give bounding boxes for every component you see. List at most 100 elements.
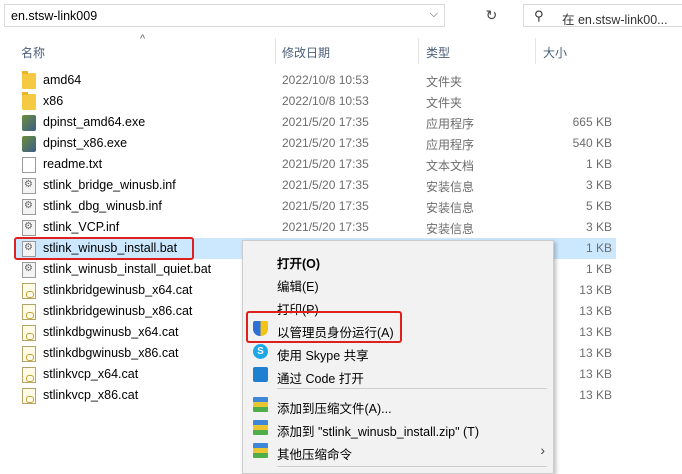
column-divider[interactable] [275,38,276,64]
menu-item-label: 编辑(E) [277,280,319,294]
column-header: ^ 名称 修改日期 类型 大小 [0,33,682,64]
file-type: 文件夹 [426,96,463,110]
file-row[interactable]: amd64 2022/10/8 10:53 文件夹 [16,70,616,91]
file-name: dpinst_amd64.exe [43,115,146,129]
menu-separator [277,466,547,467]
file-size: 665 KB [572,115,612,129]
highlight-box-run-as-admin [246,311,402,343]
file-name: stlinkbridgewinusb_x64.cat [43,283,193,297]
file-name: stlink_winusb_install_quiet.bat [43,262,212,276]
skype-icon: S [253,344,268,359]
text-file-icon [22,157,36,173]
file-size: 540 KB [572,136,612,150]
column-name[interactable]: 名称 [21,44,45,61]
file-date: 2021/5/20 17:35 [282,115,369,129]
file-name: stlink_VCP.inf [43,220,120,234]
file-type: 安装信息 [426,222,475,236]
file-row[interactable]: dpinst_amd64.exe 2021/5/20 17:35 应用程序 665 K… [16,112,616,133]
folder-icon [22,71,36,89]
column-size[interactable]: 大小 [543,44,567,61]
file-name: stlinkbridgewinusb_x86.cat [43,304,193,318]
setup-info-icon [22,199,36,215]
menu-item-label: 添加到 "stlink_winusb_install.zip" (T) [277,425,479,439]
file-type: 应用程序 [426,138,475,152]
menu-item[interactable]: 编辑(E) [243,272,553,294]
menu-item[interactable]: S 使用 Skype 共享 [243,341,553,363]
column-divider[interactable] [418,38,419,64]
catalog-file-icon [22,304,36,320]
file-type: 安装信息 [426,180,475,194]
menu-item-label: 其他压缩命令 [277,448,353,462]
file-date: 2021/5/20 17:35 [282,220,369,234]
archive-icon [253,397,268,412]
file-type: 应用程序 [426,117,475,131]
file-name: stlink_bridge_winusb.inf [43,178,176,192]
batch-file-icon [22,262,36,278]
column-date[interactable]: 修改日期 [282,44,330,61]
toolbar: en.stsw-link009 ⌵ ↻ ⚲ 在 en.stsw-link00..… [0,0,682,32]
menu-item-label: 通过 Code 打开 [277,372,364,386]
file-type: 文件夹 [426,75,463,89]
menu-item[interactable]: 添加到压缩文件(A)... [243,394,553,416]
catalog-file-icon [22,367,36,383]
catalog-file-icon [22,283,36,299]
column-type[interactable]: 类型 [426,44,450,61]
file-row[interactable]: readme.txt 2021/5/20 17:35 文本文档 1 KB [16,154,616,175]
address-bar[interactable]: en.stsw-link009 ⌵ [4,4,445,27]
file-name: stlinkdbgwinusb_x86.cat [43,346,179,360]
file-name: amd64 [43,73,82,87]
exe-icon [22,115,36,131]
file-name: x86 [43,94,64,108]
file-size: 3 KB [585,220,612,234]
file-date: 2022/10/8 10:53 [282,94,369,108]
file-size: 3 KB [585,178,612,192]
file-size: 1 KB [585,157,612,171]
submenu-arrow-icon: › [540,442,545,458]
menu-item-label: 打开(O) [277,257,321,271]
catalog-file-icon [22,346,36,362]
archive-icon [253,420,268,435]
file-name: stlinkvcp_x86.cat [43,388,139,402]
archive-icon [253,443,268,458]
menu-item[interactable]: 通过 Code 打开 [243,364,553,386]
file-name: dpinst_x86.exe [43,136,128,150]
highlight-box-selected-file [14,237,194,260]
file-date: 2021/5/20 17:35 [282,199,369,213]
file-row[interactable]: dpinst_x86.exe 2021/5/20 17:35 应用程序 540 KB [16,133,616,154]
search-icon: ⚲ [534,8,544,23]
file-type: 安装信息 [426,201,475,215]
file-date: 2021/5/20 17:35 [282,136,369,150]
menu-item[interactable]: 其他压缩命令 › [243,440,553,462]
file-size: 5 KB [585,199,612,213]
file-type: 文本文档 [426,159,475,173]
menu-item[interactable]: 添加到 "stlink_winusb_install.zip" (T) [243,417,553,439]
file-name: stlinkdbgwinusb_x64.cat [43,325,179,339]
file-row[interactable]: stlink_dbg_winusb.inf 2021/5/20 17:35 安装信息… [16,196,616,217]
sort-ascending-icon: ^ [140,33,146,45]
refresh-icon[interactable]: ↻ [480,4,503,27]
file-date: 2021/5/20 17:35 [282,157,369,171]
menu-item-label: 添加到压缩文件(A)... [277,402,392,416]
file-row[interactable]: stlink_bridge_winusb.inf 2021/5/20 17:35 安… [16,175,616,196]
setup-info-icon [22,178,36,194]
file-row[interactable]: x86 2022/10/8 10:53 文件夹 [16,91,616,112]
column-divider[interactable] [535,38,536,64]
file-date: 2022/10/8 10:53 [282,73,369,87]
exe-icon [22,136,36,152]
address-path[interactable]: en.stsw-link009 [11,9,97,23]
file-name: stlinkvcp_x64.cat [43,367,139,381]
menu-item-label: 使用 Skype 共享 [277,349,369,363]
search-box[interactable]: ⚲ 在 en.stsw-link00... [523,4,682,27]
chevron-down-icon[interactable]: ⌵ [430,8,438,21]
file-name: readme.txt [43,157,103,171]
menu-item[interactable]: 打开(O) [243,249,553,271]
context-menu: 打开(O) 编辑(E) 打印(P) 以管理员身份运行(A) S 使用 Skype 共享 通过… [242,240,554,474]
file-row[interactable]: stlink_VCP.inf 2021/5/20 17:35 安装信息 3 KB [16,217,616,238]
file-date: 2021/5/20 17:35 [282,178,369,192]
search-placeholder[interactable]: 在 en.stsw-link00... [562,9,668,28]
folder-icon [22,92,36,110]
setup-info-icon [22,220,36,236]
catalog-file-icon [22,325,36,341]
menu-separator [277,388,547,389]
vscode-icon [253,367,268,382]
